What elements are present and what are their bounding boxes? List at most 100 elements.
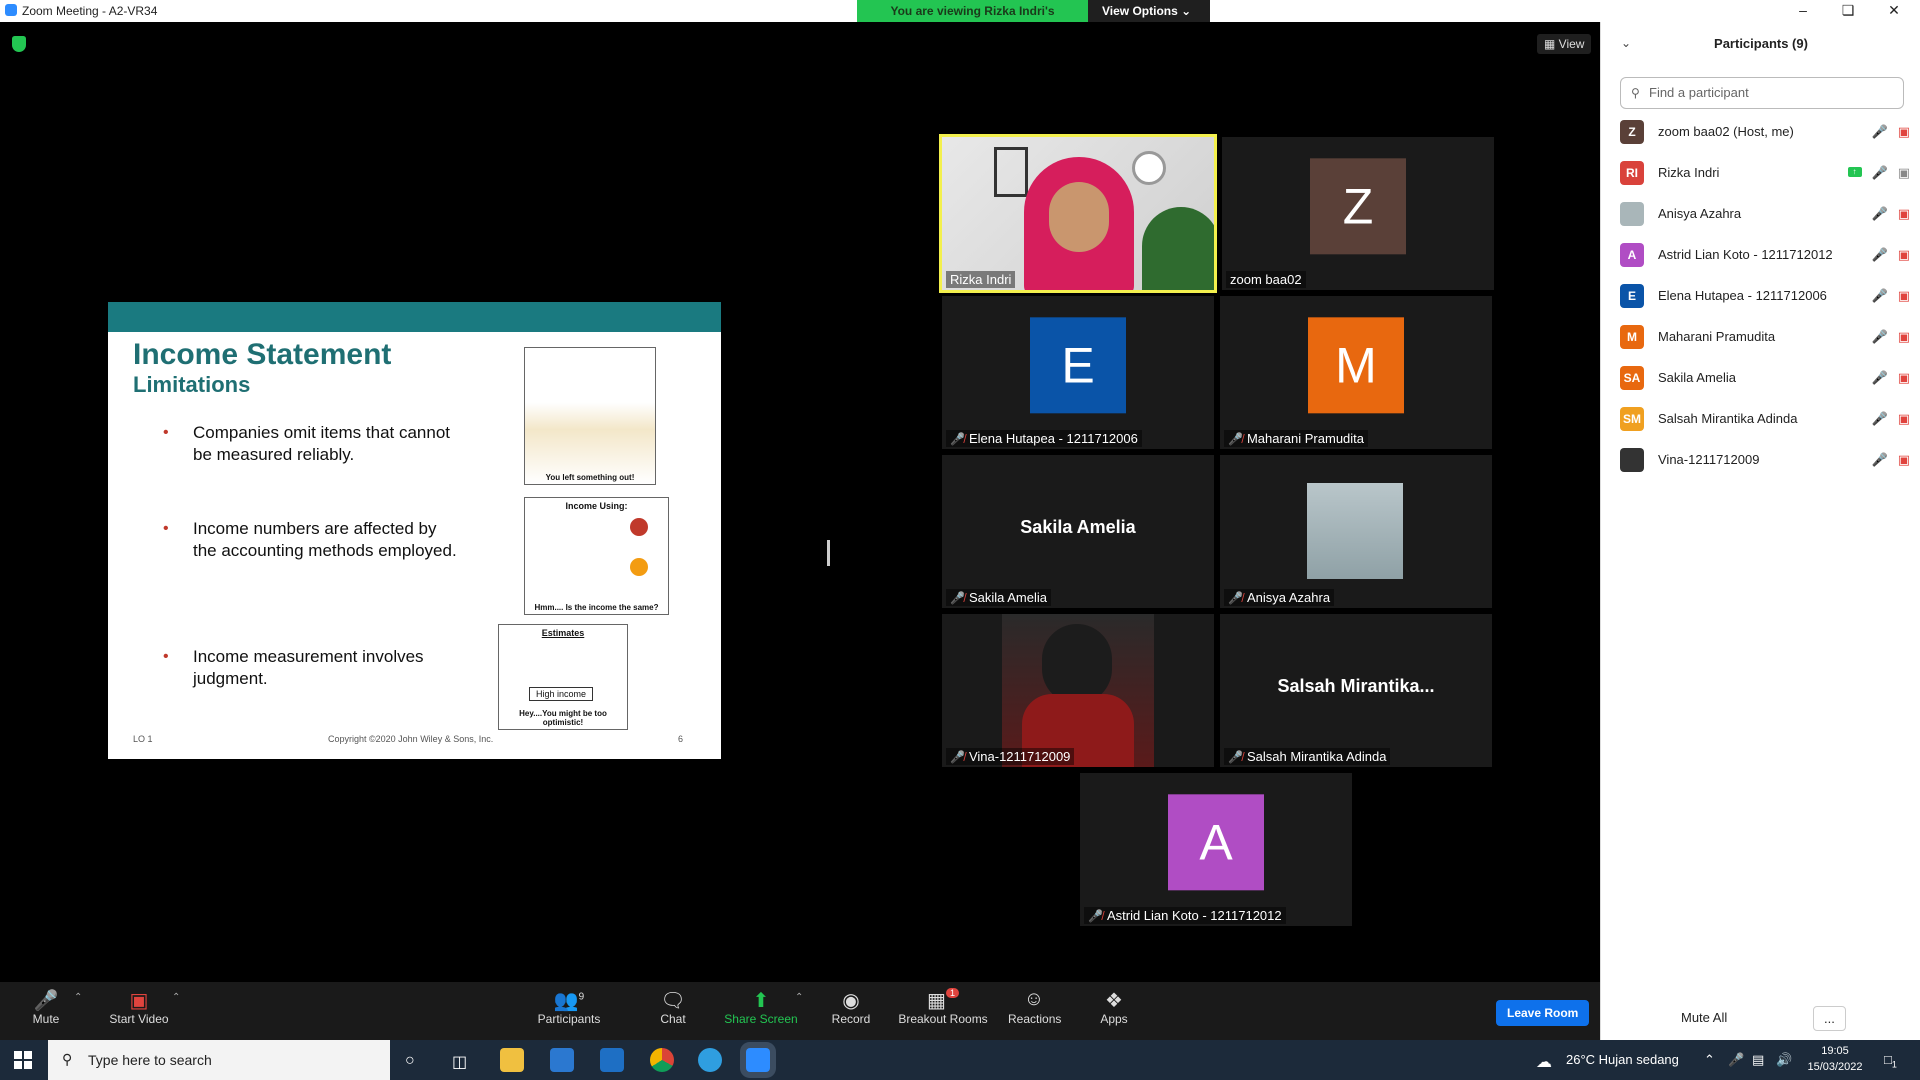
mute-all-button[interactable]: Mute All <box>1671 1006 1737 1029</box>
video-tile-elena[interactable]: E 🎤̸ Elena Hutapea - 1211712006 <box>942 296 1214 449</box>
windows-start-icon[interactable] <box>14 1051 32 1069</box>
zoom-logo-icon <box>5 4 17 16</box>
start-video-button[interactable]: ▣ Start Video <box>104 988 174 1026</box>
view-layout-button[interactable]: ▦ View <box>1537 34 1592 54</box>
video-off-icon[interactable]: ▣ <box>1898 452 1910 468</box>
chat-icon: 🗨 <box>660 990 686 1012</box>
audio-options-caret-icon[interactable]: ⌃ <box>74 992 82 1003</box>
participant-avatar <box>1620 447 1644 472</box>
video-on-icon[interactable]: ▣ <box>1898 165 1910 181</box>
mute-button[interactable]: 🎤 Mute <box>26 988 66 1026</box>
mic-muted-icon[interactable]: 🎤 <box>1872 452 1888 468</box>
participant-row[interactable]: SA Sakila Amelia 🎤 ▣ <box>1620 357 1910 398</box>
meeting-stage: ▦ View Income Statement Limitations • Com… <box>0 22 1600 982</box>
taskbar-clock[interactable]: 19:05 15/03/2022 <box>1800 1043 1870 1075</box>
share-screen-button[interactable]: ⬆ Share Screen <box>723 988 799 1026</box>
video-off-icon[interactable]: ▣ <box>1898 329 1910 345</box>
video-off-icon[interactable]: ▣ <box>1898 124 1910 140</box>
person-face <box>1049 182 1109 252</box>
reactions-button[interactable]: ☺ Reactions <box>1008 988 1061 1026</box>
mic-muted-icon[interactable]: 🎤 <box>1872 247 1888 263</box>
video-tile-anisya[interactable]: 🎤̸ Anisya Azahra <box>1220 455 1492 608</box>
video-off-icon[interactable]: ▣ <box>1898 206 1910 222</box>
share-options-caret-icon[interactable]: ⌃ <box>795 992 803 1003</box>
image-caption: You left something out! <box>545 473 635 482</box>
more-options-button[interactable]: ... <box>1813 1006 1846 1031</box>
video-off-icon[interactable]: ▣ <box>1898 411 1910 427</box>
tile-name-label: 🎤̸ Salsah Mirantika Adinda <box>1224 748 1391 765</box>
file-explorer-icon[interactable] <box>500 1048 524 1072</box>
breakout-rooms-icon: ▦ 1 <box>898 988 988 1012</box>
apps-icon: ❖ <box>1105 990 1123 1012</box>
breakout-rooms-button[interactable]: ▦ 1 Breakout Rooms <box>898 988 988 1026</box>
apps-button[interactable]: ❖ Apps <box>1100 988 1128 1026</box>
mic-muted-icon[interactable]: 🎤 <box>1872 411 1888 427</box>
participant-avatar: E <box>1620 283 1644 308</box>
task-view-icon[interactable]: ◫ <box>452 1052 467 1072</box>
participant-avatar: Z <box>1310 157 1406 254</box>
close-icon[interactable]: ✕ <box>1874 2 1914 19</box>
network-icon[interactable]: ▤ <box>1752 1052 1764 1068</box>
video-off-icon[interactable]: ▣ <box>1898 288 1910 304</box>
participant-avatar: Z <box>1620 119 1644 144</box>
microphone-icon[interactable]: 🎤 <box>1728 1052 1744 1068</box>
presentation-slide: Income Statement Limitations • Companies … <box>108 302 721 759</box>
video-off-icon[interactable]: ▣ <box>1898 370 1910 386</box>
mic-on-icon[interactable]: 🎤 <box>1872 124 1888 140</box>
mic-muted-icon[interactable]: 🎤 <box>1872 329 1888 345</box>
video-tile-sakila[interactable]: Sakila Amelia 🎤̸ Sakila Amelia <box>942 455 1214 608</box>
chat-button[interactable]: 🗨 Chat <box>655 988 691 1026</box>
notification-icon[interactable]: □1 <box>1884 1052 1897 1070</box>
volume-icon[interactable]: 🔊 <box>1776 1052 1792 1068</box>
chevron-up-icon[interactable]: ⌃ <box>1704 1052 1715 1068</box>
chrome-icon[interactable] <box>650 1048 674 1072</box>
mic-muted-icon: 🎤̸ <box>950 590 965 605</box>
image-caption: Hmm.... Is the income the same? <box>534 603 659 612</box>
participant-row[interactable]: M Maharani Pramudita 🎤 ▣ <box>1620 316 1910 357</box>
mic-muted-icon[interactable]: 🎤 <box>1872 206 1888 222</box>
leave-room-button[interactable]: Leave Room <box>1496 1000 1590 1026</box>
video-tile-zoom-baa02[interactable]: Z zoom baa02 <box>1222 137 1494 290</box>
cortana-icon[interactable]: ○ <box>405 1052 415 1070</box>
taskbar-search-input[interactable]: ⚲ Type here to search <box>48 1040 390 1080</box>
window-titlebar: Zoom Meeting - A2-VR34 You are viewing R… <box>0 0 1920 32</box>
weather-text[interactable]: 26°C Hujan sedang <box>1566 1052 1679 1067</box>
split-resize-handle[interactable] <box>827 540 830 566</box>
participant-row[interactable]: E Elena Hutapea - 1211712006 🎤 ▣ <box>1620 275 1910 316</box>
slide-cartoon-scale: You left something out! <box>524 347 656 485</box>
minimize-icon[interactable]: – <box>1783 2 1823 18</box>
video-off-icon[interactable]: ▣ <box>1898 247 1910 263</box>
tile-name-label: 🎤̸ Vina-1211712009 <box>946 748 1075 765</box>
video-tile-salsah[interactable]: Salsah Mirantika... 🎤̸ Salsah Mirantika A… <box>1220 614 1492 767</box>
mic-muted-icon: 🎤̸ <box>1228 590 1243 605</box>
video-options-caret-icon[interactable]: ⌃ <box>172 992 180 1003</box>
zoom-app-icon[interactable] <box>746 1048 770 1072</box>
video-tile-rizka[interactable]: Rizka Indri <box>939 134 1217 293</box>
find-participant-input[interactable]: ⚲ Find a participant <box>1620 77 1904 109</box>
microsoft-store-icon[interactable] <box>550 1048 574 1072</box>
participant-row[interactable]: Anisya Azahra 🎤 ▣ <box>1620 193 1910 234</box>
participant-row[interactable]: RI Rizka Indri ↑ 🎤 ▣ <box>1620 152 1910 193</box>
view-options-button[interactable]: View Options ⌄ <box>1088 0 1210 22</box>
restore-icon[interactable]: ❏ <box>1828 2 1868 19</box>
mic-muted-icon: 🎤̸ <box>1228 749 1243 764</box>
tile-name-label: Rizka Indri <box>946 271 1016 288</box>
video-tile-maharani[interactable]: M 🎤̸ Maharani Pramudita <box>1220 296 1492 449</box>
record-button[interactable]: ◉ Record <box>830 988 872 1026</box>
video-tile-astrid[interactable]: A 🎤̸ Astrid Lian Koto - 1211712012 <box>1080 773 1352 926</box>
mic-muted-icon[interactable]: 🎤 <box>1872 288 1888 304</box>
mail-icon[interactable] <box>600 1048 624 1072</box>
meeting-toolbar: 🎤 Mute ⌃ ▣ Start Video ⌃ 👥9 Participants… <box>0 982 1600 1040</box>
participants-button[interactable]: 👥9 Participants <box>534 988 604 1026</box>
participant-row[interactable]: Z zoom baa02 (Host, me) 🎤 ▣ <box>1620 111 1910 152</box>
mic-on-icon[interactable]: 🎤 <box>1872 165 1888 181</box>
teamviewer-icon[interactable] <box>698 1048 722 1072</box>
video-tile-vina[interactable]: 🎤̸ Vina-1211712009 <box>942 614 1214 767</box>
participant-row[interactable]: Vina-1211712009 🎤 ▣ <box>1620 439 1910 480</box>
share-screen-icon: ⬆ <box>752 990 770 1012</box>
participant-row[interactable]: A Astrid Lian Koto - 1211712012 🎤 ▣ <box>1620 234 1910 275</box>
slide-cartoon-estimates: Estimates High income Hey....You might b… <box>498 624 628 730</box>
mic-muted-icon[interactable]: 🎤 <box>1872 370 1888 386</box>
person-figure <box>1042 624 1112 704</box>
participant-row[interactable]: SM Salsah Mirantika Adinda 🎤 ▣ <box>1620 398 1910 439</box>
